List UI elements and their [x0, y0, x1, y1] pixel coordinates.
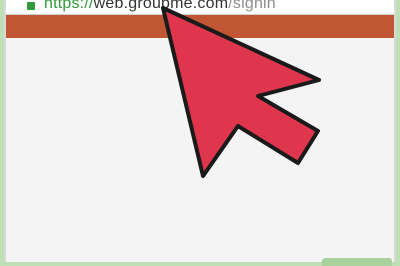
- address-bar[interactable]: https://web.groupme.com/signin: [6, 0, 394, 15]
- page-content: [6, 38, 394, 262]
- url-host: web.groupme.com: [93, 0, 229, 12]
- url-text[interactable]: https://web.groupme.com/signin: [44, 0, 276, 13]
- illustration-frame: https://web.groupme.com/signin: [0, 0, 400, 266]
- browser-window: https://web.groupme.com/signin: [4, 0, 396, 262]
- decorative-tab: [322, 258, 392, 266]
- groupme-header-bar: [6, 15, 394, 38]
- lock-icon: [27, 2, 35, 10]
- url-scheme: https://: [44, 0, 94, 12]
- url-path: /signin: [228, 0, 276, 12]
